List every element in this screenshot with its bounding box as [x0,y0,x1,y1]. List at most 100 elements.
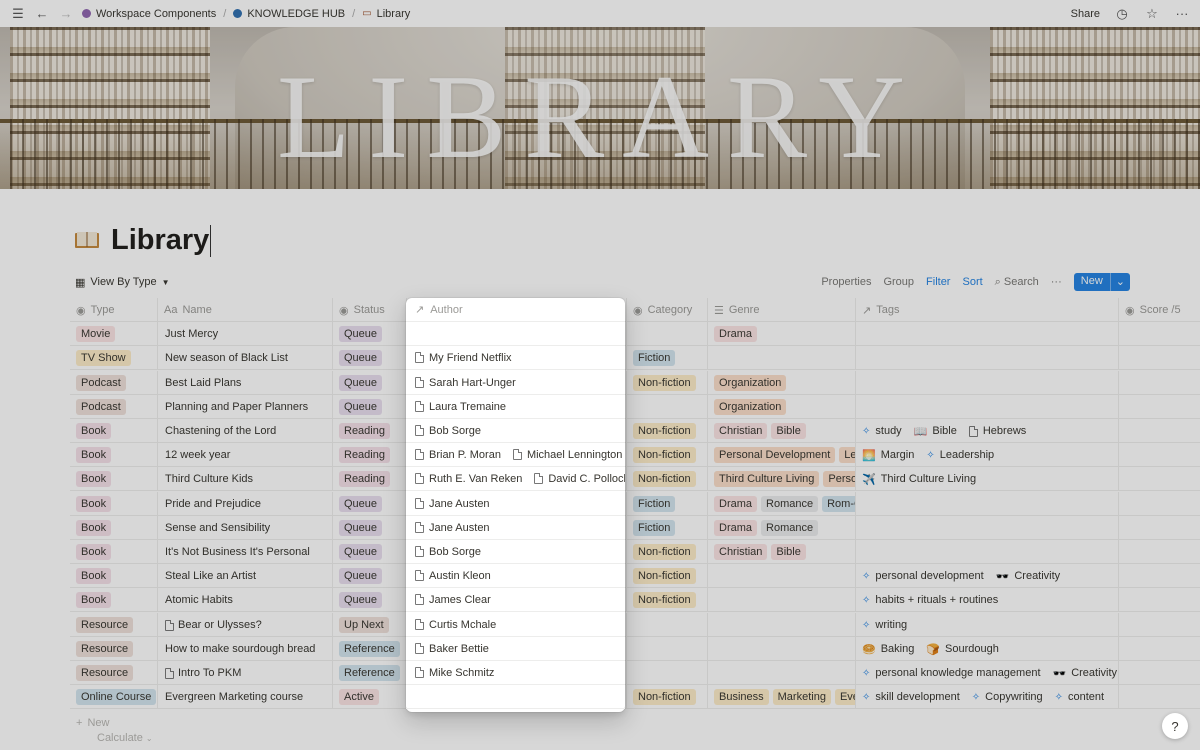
table-row[interactable]: Podcast Planning and Paper Planners Queue O… [70,395,1200,419]
cell-tags[interactable] [856,371,1119,395]
cell-status[interactable]: Queue [333,540,407,564]
column-header-status[interactable]: ◉ Status [333,298,407,322]
more-options-button[interactable]: ··· [1051,276,1062,288]
tag-link[interactable]: ✧ personal knowledge management [862,667,1041,679]
author-cell[interactable]: Bob Sorge [406,540,625,564]
cell-type[interactable]: Movie [70,322,158,346]
tag-link[interactable]: 🥯 Baking [862,643,914,656]
cell-status[interactable]: Reading [333,419,407,443]
cell-status[interactable]: Reading [333,443,407,467]
cell-name[interactable]: Steal Like an Artist [158,564,333,588]
cell-category[interactable] [627,637,708,661]
cell-genre[interactable]: DramaRomanceRom-Co [708,492,856,516]
cell-tags[interactable]: ✧ skill development ✧ Copywriting ✧ content [856,685,1119,709]
author-cell[interactable]: Sarah Hart-Unger [406,371,625,395]
author-link[interactable]: Bob Sorge [415,425,481,437]
cell-status[interactable]: Reference [333,661,407,685]
cell-score[interactable] [1119,661,1200,685]
table-row[interactable]: Book Atomic Habits Queue Non-fiction ✧ habits… [70,588,1200,612]
table-row[interactable]: Book Third Culture Kids Reading Non-fiction… [70,467,1200,491]
help-button[interactable]: ? [1162,713,1188,739]
column-header-author[interactable]: ↗ Author [406,298,625,322]
cell-genre[interactable] [708,588,856,612]
breadcrumb-library[interactable]: Library [377,8,411,20]
table-row[interactable]: Book Sense and Sensibility Queue Fiction Dra… [70,516,1200,540]
table-row[interactable]: TV Show New season of Black List Queue Fict… [70,346,1200,370]
cell-score[interactable] [1119,540,1200,564]
cell-name[interactable]: Sense and Sensibility [158,516,333,540]
ellipsis-icon[interactable]: ··· [1174,6,1190,21]
tag-link[interactable]: ✧ Copywriting [972,691,1043,703]
table-row[interactable]: Resource Bear or Ulysses? Up Next ✧ writing [70,613,1200,637]
author-link[interactable]: Brian P. Moran [415,449,501,461]
cell-score[interactable] [1119,371,1200,395]
cell-tags[interactable] [856,322,1119,346]
author-cell[interactable]: Curtis Mchale [406,613,625,637]
cell-type[interactable]: Resource [70,613,158,637]
calculate-button[interactable]: Calculate ⌄ [97,732,153,744]
author-cell[interactable]: Brian P. Moran Michael Lennington [406,443,625,467]
table-row[interactable]: Book Steal Like an Artist Queue Non-fiction… [70,564,1200,588]
cell-genre[interactable] [708,637,856,661]
cell-score[interactable] [1119,492,1200,516]
tag-link[interactable]: ✧ content [1055,691,1104,703]
tag-link[interactable]: ✧ skill development [862,691,960,703]
author-link[interactable]: Sarah Hart-Unger [415,377,516,389]
author-link[interactable]: Baker Bettie [415,643,489,655]
cell-name[interactable]: Just Mercy [158,322,333,346]
star-icon[interactable]: ☆ [1144,6,1160,22]
cell-name[interactable]: Pride and Prejudice [158,492,333,516]
cell-name[interactable]: Planning and Paper Planners [158,395,333,419]
author-link[interactable]: Michael Lennington [512,449,622,461]
tag-link[interactable]: Hebrews [968,425,1026,437]
author-link[interactable]: David C. Pollock [534,473,625,485]
cell-status[interactable]: Active [333,685,407,709]
sidebar-menu-icon[interactable]: ☰ [10,6,26,22]
author-cell[interactable]: Mike Schmitz [406,661,625,685]
author-link[interactable]: Curtis Mchale [415,619,496,631]
author-link[interactable]: Ruth E. Van Reken [415,473,522,485]
cell-score[interactable] [1119,588,1200,612]
properties-button[interactable]: Properties [821,276,871,288]
cell-category[interactable] [627,613,708,637]
cell-score[interactable] [1119,395,1200,419]
cell-name[interactable]: Intro To PKM [158,661,333,685]
cell-status[interactable]: Queue [333,322,407,346]
cell-tags[interactable]: 🥯 Baking 🍞 Sourdough [856,637,1119,661]
clock-icon[interactable]: ◷ [1114,6,1130,22]
cell-name[interactable]: Atomic Habits [158,588,333,612]
author-column-popup[interactable]: ↗ Author My Friend Netflix Sarah Hart-Ung… [406,298,625,712]
cell-type[interactable]: TV Show [70,346,158,370]
cell-category[interactable] [627,395,708,419]
cell-genre[interactable]: Personal DevelopmentLea [708,443,856,467]
cell-score[interactable] [1119,685,1200,709]
table-row[interactable]: Podcast Best Laid Plans Queue Non-fiction Or… [70,371,1200,395]
author-cell[interactable]: Baker Bettie [406,637,625,661]
cell-tags[interactable]: ✧ study 📖 Bible Hebrews [856,419,1119,443]
group-button[interactable]: Group [883,276,914,288]
column-header-score[interactable]: ◉ Score /5 [1119,298,1200,322]
table-row[interactable]: Movie Just Mercy Queue Drama [70,322,1200,346]
cell-status[interactable]: Queue [333,395,407,419]
tag-link[interactable]: 🍞 Sourdough [926,643,999,656]
tag-link[interactable]: ✧ personal development [862,570,984,582]
author-cell[interactable]: Bob Sorge [406,419,625,443]
column-header-genre[interactable]: ☰ Genre [708,298,856,322]
cell-status[interactable]: Reading [333,467,407,491]
open-book-icon[interactable] [74,230,100,250]
cell-name[interactable]: New season of Black List [158,346,333,370]
cell-tags[interactable] [856,492,1119,516]
cell-genre[interactable]: Drama [708,322,856,346]
cell-status[interactable]: Queue [333,492,407,516]
cell-name[interactable]: It's Not Business It's Personal [158,540,333,564]
cell-name[interactable]: 12 week year [158,443,333,467]
cell-genre[interactable] [708,346,856,370]
cell-category[interactable]: Non-fiction [627,419,708,443]
cell-type[interactable]: Book [70,516,158,540]
author-link[interactable]: Jane Austen [415,522,490,534]
column-header-type[interactable]: ◉ Type [70,298,158,322]
sort-button[interactable]: Sort [962,276,982,288]
cell-type[interactable]: Online Course [70,685,158,709]
author-link[interactable]: Bob Sorge [415,546,481,558]
cell-score[interactable] [1119,516,1200,540]
